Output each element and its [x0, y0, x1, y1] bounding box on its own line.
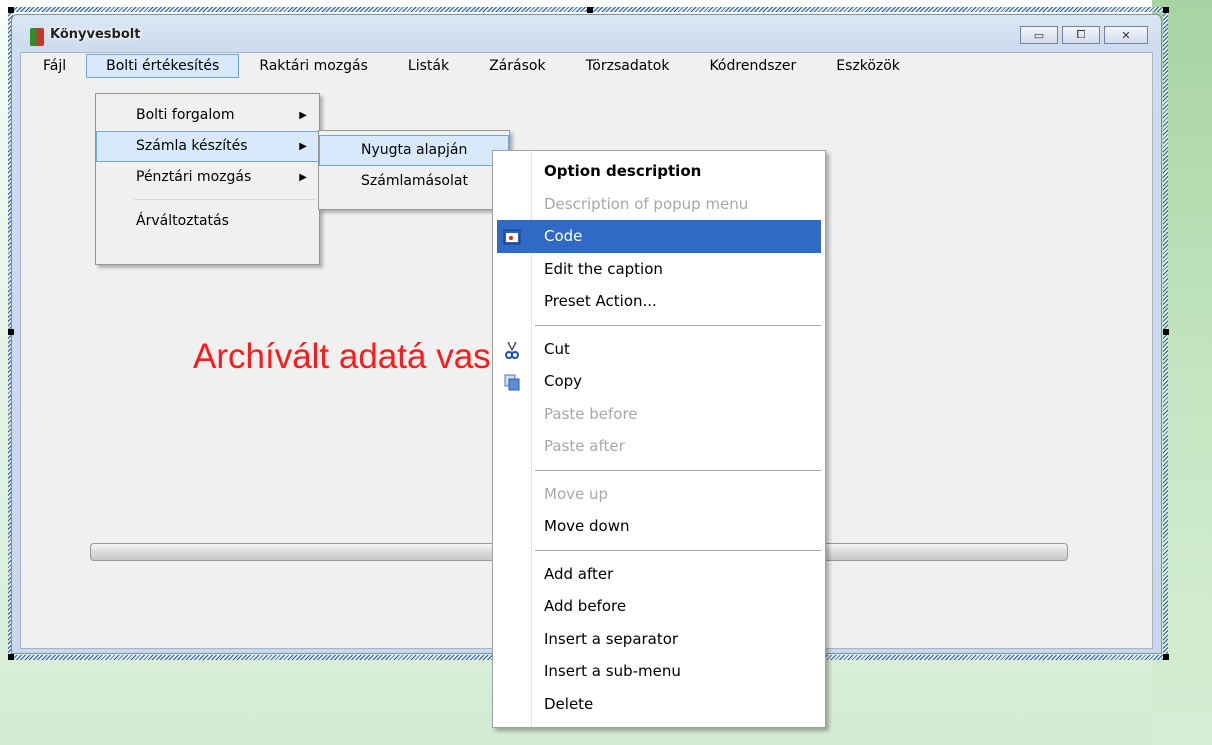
menu-separator — [134, 199, 315, 200]
submenu-item-penztari-mozgas[interactable]: Pénztári mozgás ▶ — [96, 162, 319, 193]
menu-separator — [535, 324, 821, 326]
ctx-insert-submenu[interactable]: Insert a sub-menu — [493, 655, 825, 688]
submenu-item-bolti-forgalom[interactable]: Bolti forgalom ▶ — [96, 100, 319, 131]
ctx-paste-after: Paste after — [544, 437, 625, 455]
chevron-right-icon: ▶ — [299, 110, 307, 121]
submenu-szamla-keszites: Nyugta alapján Számlamásolat — [318, 130, 510, 210]
menu-listak[interactable]: Listák — [388, 54, 469, 78]
context-menu: Option description Description of popup … — [492, 150, 826, 728]
handle-bl[interactable] — [8, 654, 14, 660]
maximize-button[interactable]: ⧠ — [1062, 26, 1100, 44]
handle-tl[interactable] — [8, 7, 14, 13]
menu-kodrendszer[interactable]: Kódrendszer — [689, 54, 816, 78]
menu-bar: Fájl Bolti értékesítés Raktári mozgás Li… — [21, 53, 1152, 79]
window-title: Könyvesbolt — [50, 27, 141, 42]
ctx-description-popup: Description of popup menu — [544, 194, 749, 213]
handle-mr[interactable] — [1163, 329, 1169, 335]
copy-icon — [504, 374, 520, 391]
handle-tm[interactable] — [587, 7, 593, 13]
menu-eszkozok[interactable]: Eszközök — [816, 54, 920, 78]
handle-ml[interactable] — [8, 329, 14, 335]
ctx-copy[interactable]: Copy — [493, 365, 825, 398]
ctx-move-down[interactable]: Move down — [493, 510, 825, 543]
chevron-right-icon: ▶ — [299, 141, 307, 152]
handle-tr[interactable] — [1163, 7, 1169, 13]
menu-fajl[interactable]: Fájl — [21, 54, 86, 78]
ctx-code[interactable]: Code — [497, 220, 821, 253]
menu-raktari-mozgas[interactable]: Raktári mozgás — [239, 54, 388, 78]
chevron-right-icon: ▶ — [299, 172, 307, 183]
submenu-item-szamla-keszites[interactable]: Számla készítés ▶ — [96, 131, 319, 162]
books-icon — [30, 28, 44, 46]
ctx-option-description[interactable]: Option description — [493, 155, 825, 188]
submenu-item-nyugta-alapjan[interactable]: Nyugta alapján — [319, 135, 509, 166]
ctx-edit-caption[interactable]: Edit the caption — [493, 253, 825, 286]
code-icon — [503, 229, 521, 245]
ctx-add-after[interactable]: Add after — [493, 558, 825, 591]
ctx-paste-before: Paste before — [544, 404, 638, 423]
scissors-icon — [505, 341, 519, 359]
ctx-insert-separator[interactable]: Insert a separator — [493, 623, 825, 656]
menu-separator — [535, 469, 821, 471]
submenu-item-szamlamasolat[interactable]: Számlamásolat — [319, 166, 509, 197]
submenu-item-arvaltoztatas[interactable]: Árváltoztatás — [96, 206, 319, 237]
menu-separator — [535, 549, 821, 551]
ctx-add-before[interactable]: Add before — [493, 590, 825, 623]
menu-bolti-ertekesites[interactable]: Bolti értékesítés — [86, 54, 240, 78]
ctx-cut[interactable]: Cut — [493, 333, 825, 366]
menu-zarasok[interactable]: Zárások — [469, 54, 565, 78]
ctx-delete[interactable]: Delete — [493, 688, 825, 721]
minimize-button[interactable]: ▭ — [1020, 26, 1058, 44]
handle-br[interactable] — [1163, 654, 1169, 660]
ctx-move-up: Move up — [544, 484, 609, 503]
ctx-preset-action[interactable]: Preset Action... — [493, 285, 825, 318]
submenu-bolti-ertekesites: Bolti forgalom ▶ Számla készítés ▶ Pénzt… — [95, 93, 320, 265]
close-button[interactable]: ✕ — [1104, 26, 1148, 44]
menu-torzsadatok[interactable]: Törzsadatok — [566, 54, 690, 78]
title-bar[interactable]: Könyvesbolt ▭ ⧠ ✕ — [12, 15, 1161, 55]
